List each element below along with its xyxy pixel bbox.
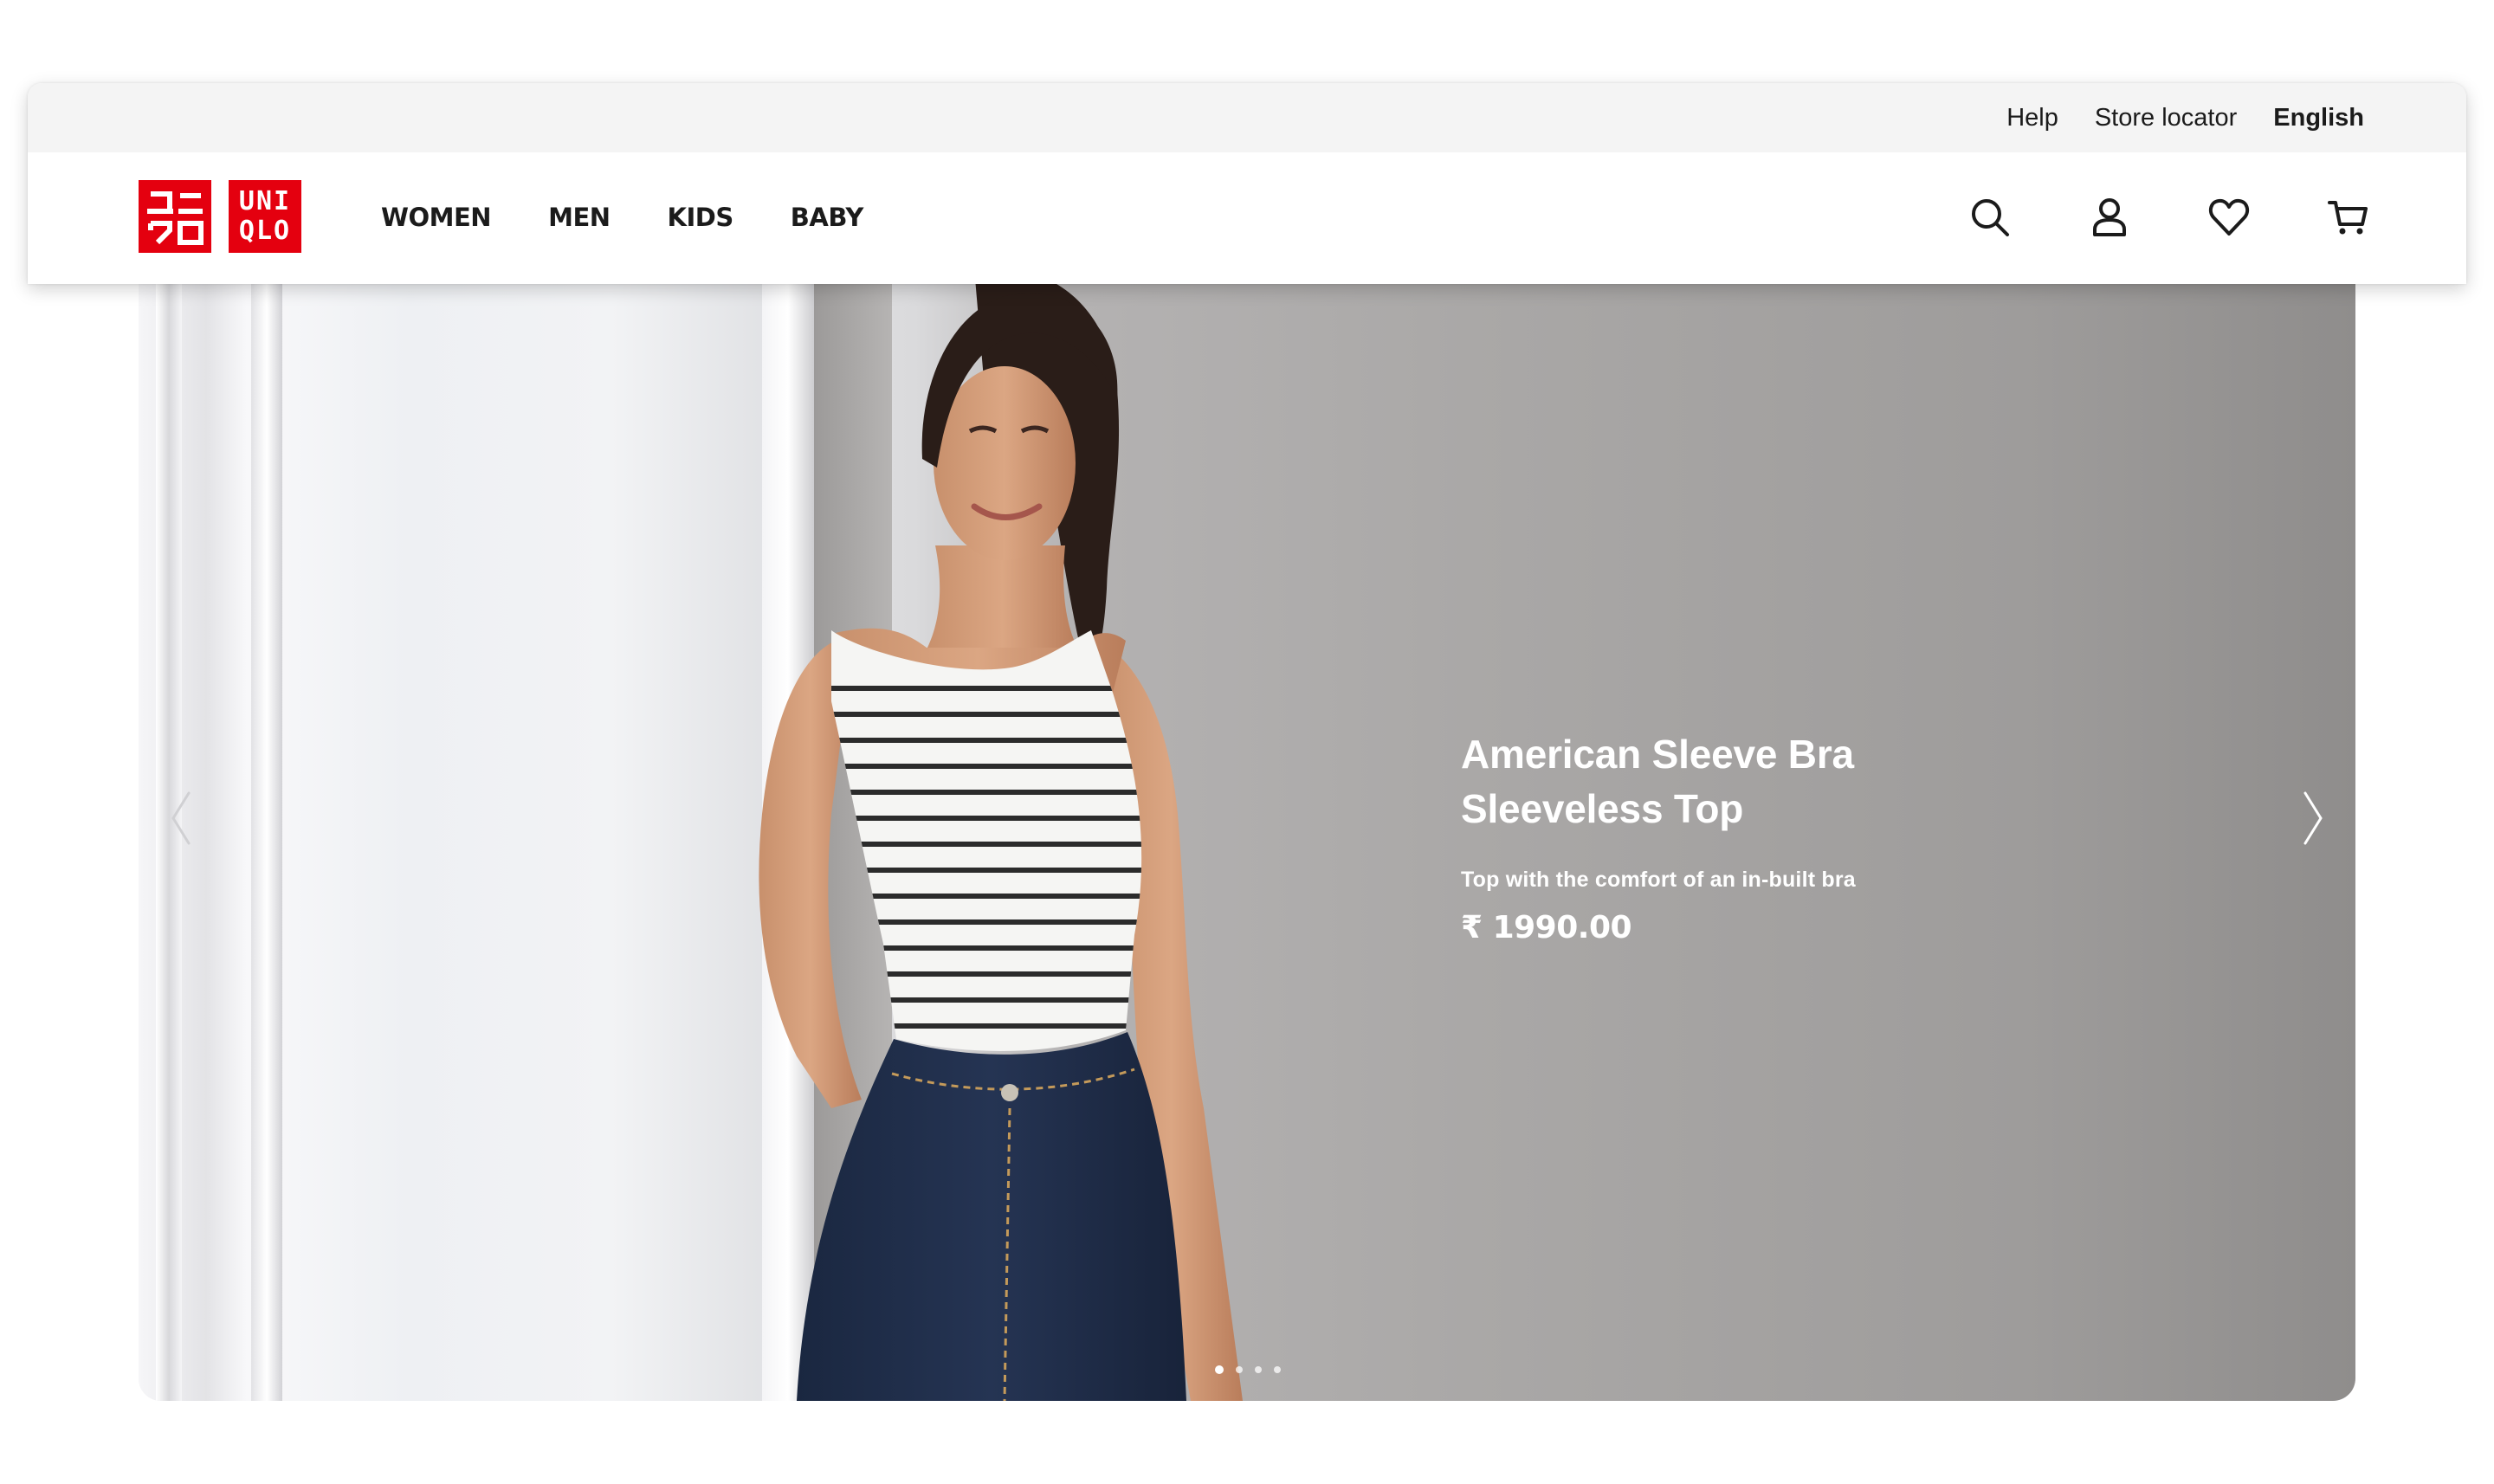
uniqlo-logo[interactable]: UNI QLO (139, 180, 301, 253)
carousel-prev-arrow-icon[interactable] (165, 788, 199, 848)
main-nav: UNI QLO WOMEN MEN KIDS BABY (28, 152, 2466, 282)
hero-carousel[interactable]: American Sleeve Bra Sleeveless Top Top w… (139, 242, 2355, 1401)
carousel-dot[interactable] (1274, 1366, 1281, 1373)
katakana-logo-mark (147, 191, 204, 245)
logo-line-qlo: QLO (238, 216, 292, 246)
carousel-pagination (1215, 1365, 1281, 1374)
logo-line-uni: UNI (238, 186, 292, 216)
utility-links: Help Store locator English (2006, 83, 2364, 152)
hero-title-line: Sleeveless Top (1461, 786, 1744, 831)
carousel-next-arrow-icon[interactable] (2295, 788, 2329, 848)
nav-item-women[interactable]: WOMEN (381, 203, 492, 232)
hero-product-copy[interactable]: American Sleeve Bra Sleeveless Top Top w… (1461, 727, 2067, 945)
logo-katakana-block (139, 180, 211, 253)
hero-product-price: ₹ 1990.00 (1461, 910, 1632, 945)
help-link[interactable]: Help (2006, 104, 2058, 132)
utility-bar: Help Store locator English (28, 83, 2466, 152)
language-selector[interactable]: English (2273, 104, 2364, 132)
nav-icons (1967, 152, 2371, 282)
nav-item-kids[interactable]: KIDS (668, 203, 734, 232)
carousel-dot[interactable] (1255, 1366, 1262, 1373)
nav-item-baby[interactable]: BABY (791, 203, 864, 232)
hero-product-title: American Sleeve Bra Sleeveless Top (1461, 727, 2067, 836)
carousel-dot[interactable] (1215, 1365, 1224, 1374)
hero-product-subtitle: Top with the comfort of an in-built bra (1461, 868, 1856, 892)
carousel-dot[interactable] (1236, 1366, 1243, 1373)
category-nav: WOMEN MEN KIDS BABY (381, 152, 863, 282)
hero-title-line: American Sleeve Bra (1461, 732, 1854, 777)
cart-icon[interactable] (2326, 195, 2371, 240)
site-header: Help Store locator English UNI QLO WOMEN… (28, 83, 2466, 284)
nav-item-men[interactable]: MEN (548, 203, 611, 232)
search-icon[interactable] (1967, 195, 2013, 240)
logo-latin-block: UNI QLO (229, 180, 301, 253)
account-icon[interactable] (2087, 195, 2132, 240)
wishlist-heart-icon[interactable] (2206, 195, 2252, 240)
store-locator-link[interactable]: Store locator (2095, 104, 2237, 132)
